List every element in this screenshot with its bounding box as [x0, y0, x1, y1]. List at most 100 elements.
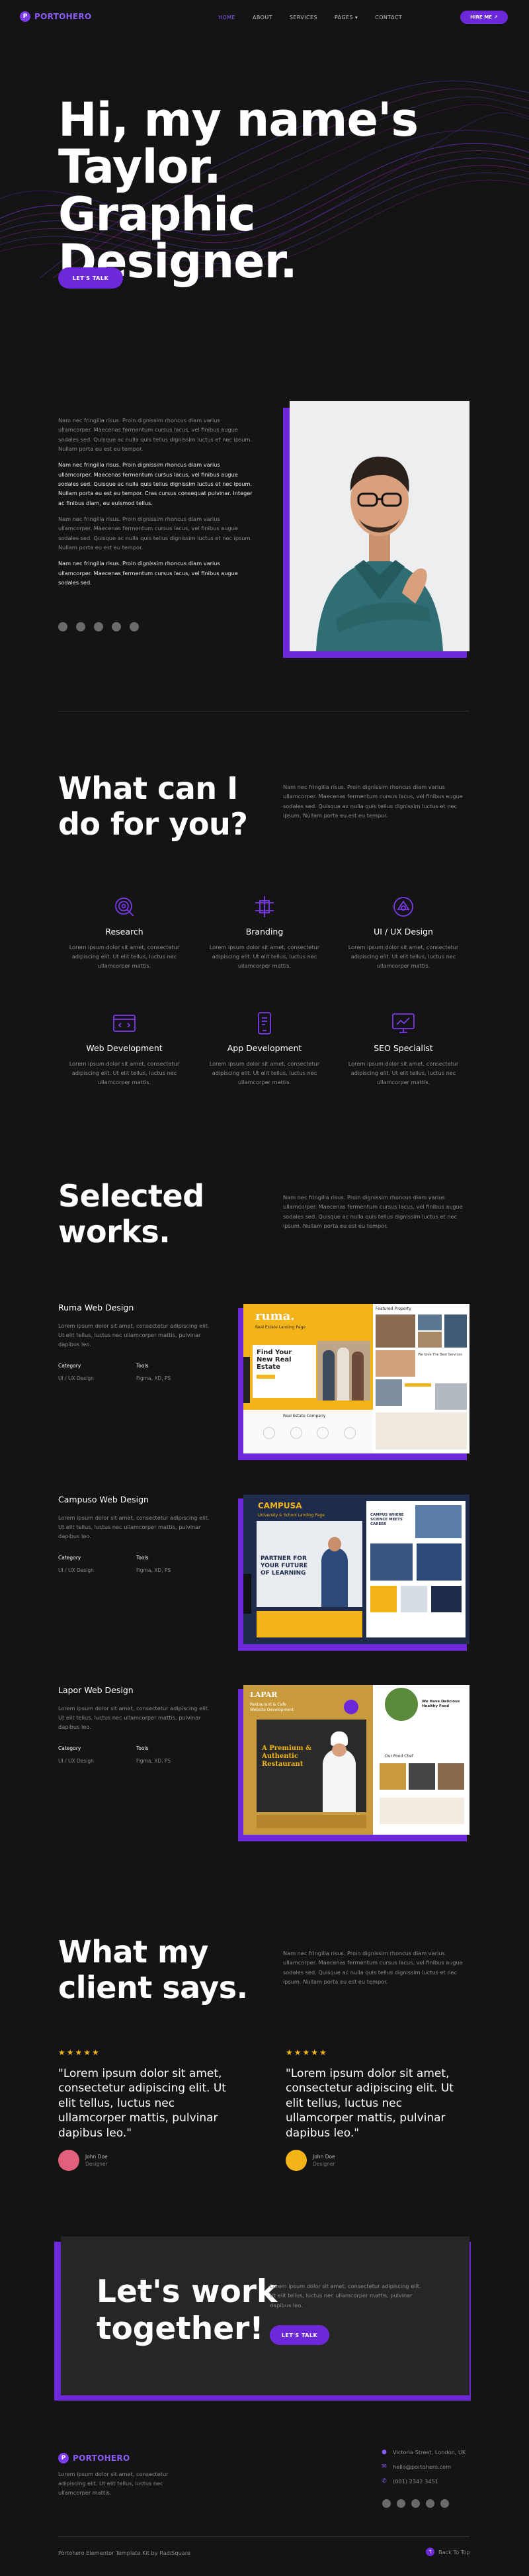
category-value: UI / UX Design	[58, 1567, 94, 1573]
work-meta: Category UI / UX Design Tools Figma, XD, P…	[58, 1363, 212, 1381]
service-card-seo: SEO Specialist Lorem ipsum dolor sit ame…	[337, 1011, 469, 1087]
hero-title-line-2: Taylor. Graphic	[58, 140, 256, 242]
twitter-icon[interactable]	[397, 2499, 405, 2508]
work-title[interactable]: Campuso Web Design	[58, 1495, 212, 1504]
works-title: Selected works.	[58, 1178, 204, 1250]
author-role: Designer	[85, 2161, 108, 2168]
service-title: Research	[105, 927, 143, 937]
behance-icon[interactable]	[130, 622, 139, 631]
service-description: Lorem ipsum dolor sit amet, consectetur …	[348, 944, 459, 969]
footer-phone[interactable]: (001) 2342 3451	[393, 2478, 438, 2485]
footer-contact: ● Victoria Street, London, UK ✉ hello@port…	[381, 2449, 466, 2493]
category-label: Category	[58, 1745, 81, 1751]
testimonials-title-line-1: What my	[58, 1934, 208, 1970]
service-title: App Development	[227, 1043, 302, 1053]
work-meta: Category UI / UX Design Tools Figma, XD, P…	[58, 1745, 212, 1764]
category-value: UI / UX Design	[58, 1757, 94, 1764]
tools-value: Figma, XD, PS	[136, 1375, 171, 1381]
services-description: Nam nec fringilla risus. Proin dignissim…	[283, 784, 463, 819]
seo-icon	[392, 1013, 415, 1033]
cta-section: Let's work together! Lorem ipsum dolor s…	[61, 2236, 469, 2395]
testimonial-author: John Doe Designer	[58, 2150, 243, 2172]
dribbble-icon[interactable]	[112, 622, 121, 631]
hero-section: Hi, my name's Taylor. Graphic Designer. …	[0, 0, 529, 311]
cta-description: Lorem ipsum dolor sit amet, consectetur …	[270, 2283, 421, 2309]
service-description: Lorem ipsum dolor sit amet, consectetur …	[348, 1060, 459, 1085]
service-card-research: Research Lorem ipsum dolor sit amet, con…	[58, 895, 190, 971]
research-icon	[115, 897, 134, 917]
mock-bottom-title: Real Estate Company	[283, 1414, 326, 1418]
youtube-icon[interactable]	[94, 622, 103, 631]
hero-title: Hi, my name's Taylor. Graphic Designer.	[58, 96, 428, 286]
facebook-icon[interactable]	[382, 2499, 391, 2508]
works-title-line-1: Selected	[58, 1178, 204, 1214]
youtube-icon[interactable]	[411, 2499, 420, 2508]
star-rating: ★★★★★	[286, 2048, 328, 2057]
service-card-uiux: UI / UX Design Lorem ipsum dolor sit ame…	[337, 895, 469, 971]
service-title: UI / UX Design	[374, 927, 433, 937]
service-card-app-development: App Development Lorem ipsum dolor sit am…	[198, 1011, 331, 1087]
mock-tagline-2: Website Development	[250, 1707, 294, 1712]
mock-brand: LAPAR	[250, 1690, 278, 1699]
mock-tagline-1: Restaurant & Cafe	[250, 1702, 287, 1707]
service-title: Branding	[245, 927, 284, 937]
mock-side-title: We Have Delicious Healthy Food	[422, 1700, 460, 1709]
footer-logo[interactable]: P PORTOHERO	[58, 2453, 130, 2463]
footer-email[interactable]: hello@portohero.com	[393, 2463, 451, 2470]
testimonial-quote: "Lorem ipsum dolor sit amet, consectetur…	[58, 2067, 226, 2140]
twitter-icon[interactable]	[76, 622, 85, 631]
work-description: Lorem ipsum dolor sit amet, consectetur …	[58, 1322, 210, 1348]
lets-talk-button[interactable]: LET'S TALK	[58, 267, 123, 289]
work-image-lapor[interactable]: LAPAR Restaurant & Cafe Website Developm…	[243, 1685, 469, 1835]
about-paragraph-1: Nam nec fringilla risus. Proin dignissim…	[58, 417, 253, 453]
mock-headline-1: A Premium &	[262, 1745, 312, 1752]
mock-side-sub: We Give The Best Services	[418, 1353, 462, 1357]
work-title[interactable]: Ruma Web Design	[58, 1303, 212, 1312]
author-name: John Doe	[313, 2154, 335, 2160]
service-description: Lorem ipsum dolor sit amet, consectetur …	[69, 944, 180, 969]
back-to-top-link[interactable]: ↑ Back To Top	[426, 2548, 470, 2556]
mock-side-sub: Our Food Chef	[385, 1754, 413, 1759]
avatar	[286, 2150, 307, 2172]
testimonials-title: What my client says.	[58, 1934, 248, 2006]
dribbble-icon[interactable]	[426, 2499, 434, 2508]
cta-title-line-1: Let's work	[97, 2274, 278, 2310]
footer-copyright: Portohero Elementor Template Kit by Radi…	[58, 2550, 191, 2556]
testimonials-title-line-2: client says.	[58, 1970, 248, 2006]
work-image-campuso[interactable]: CAMPUSA University & School Landing Page…	[243, 1495, 469, 1644]
tools-label: Tools	[136, 1362, 149, 1369]
works-title-line-2: works.	[58, 1214, 171, 1250]
phone-icon: ✆	[382, 2478, 387, 2485]
mock-side-title: CAMPUS WHERE SCIENCE MEETS CAREER	[370, 1513, 404, 1527]
footer-divider	[58, 2536, 469, 2537]
mock-headline-2: YOUR FUTURE	[261, 1562, 308, 1569]
tools-label: Tools	[136, 1554, 149, 1561]
behance-icon[interactable]	[440, 2499, 449, 2508]
services-title: What can I do for you?	[58, 770, 248, 843]
works-description: Nam nec fringilla risus. Proin dignissim…	[283, 1194, 463, 1230]
work-item-lapor: Lapor Web Design Lorem ipsum dolor sit a…	[58, 1685, 212, 1764]
category-label: Category	[58, 1554, 81, 1561]
mock-headline-2: Authentic	[262, 1753, 299, 1760]
mock-headline-1: PARTNER FOR	[261, 1555, 307, 1562]
facebook-icon[interactable]	[58, 622, 67, 631]
testimonial-card: ★★★★★ "Lorem ipsum dolor sit amet, conse…	[58, 2048, 243, 2172]
avatar	[58, 2150, 79, 2172]
mock-brand: ruma.	[255, 1309, 295, 1323]
logo-mark: P	[58, 2453, 69, 2463]
author-role: Designer	[313, 2161, 335, 2168]
cta-lets-talk-button[interactable]: LET'S TALK	[270, 2325, 329, 2345]
work-description: Lorem ipsum dolor sit amet, consectetur …	[58, 1514, 210, 1540]
mock-tagline: University & School Landing Page	[258, 1513, 325, 1518]
about-paragraph-2: Nam nec fringilla risus. Proin dignissim…	[58, 461, 253, 506]
service-card-web-development: Web Development Lorem ipsum dolor sit am…	[58, 1011, 190, 1087]
work-title[interactable]: Lapor Web Design	[58, 1685, 212, 1695]
work-description: Lorem ipsum dolor sit amet, consectetur …	[58, 1705, 210, 1730]
branding-icon	[255, 896, 274, 917]
portrait-photo	[290, 401, 469, 651]
work-image-ruma[interactable]: ruma. Real Estate Landing Page Find Your…	[243, 1304, 469, 1453]
arrow-up-icon: ↑	[426, 2548, 434, 2556]
work-meta: Category UI / UX Design Tools Figma, XD, P…	[58, 1555, 212, 1573]
tools-value: Figma, XD, PS	[136, 1567, 171, 1573]
service-title: SEO Specialist	[374, 1043, 433, 1053]
